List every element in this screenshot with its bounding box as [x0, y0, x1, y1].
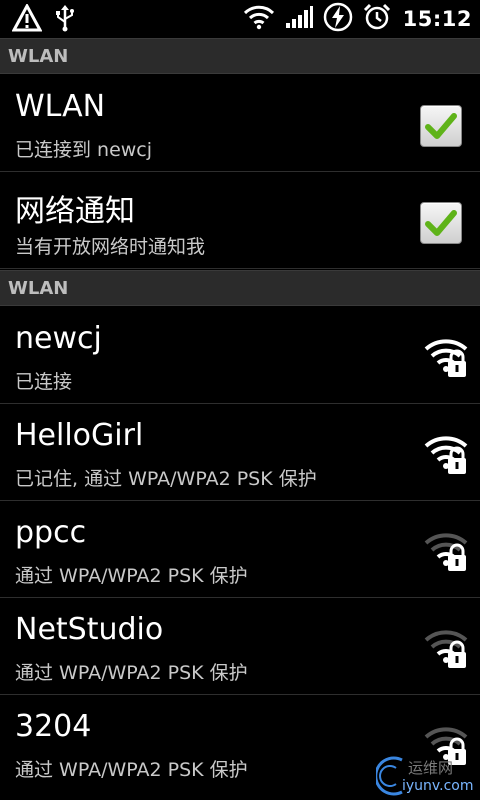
network-status: 已连接 — [15, 371, 73, 393]
alarm-icon — [363, 3, 391, 35]
network-item-hellogirl[interactable]: HelloGirl 已记住, 通过 WPA/WPA2 PSK 保护 — [0, 404, 480, 501]
wlan-toggle-title: WLAN — [15, 89, 106, 124]
wifi-lock-weak-icon — [424, 529, 472, 577]
network-ssid: 3204 — [15, 709, 92, 744]
network-status: 通过 WPA/WPA2 PSK 保护 — [15, 759, 248, 781]
wifi-lock-weak-icon — [424, 626, 472, 674]
network-status: 通过 WPA/WPA2 PSK 保护 — [15, 662, 248, 684]
network-notification-checkbox[interactable] — [420, 202, 462, 244]
network-ssid: HelloGirl — [15, 418, 144, 453]
network-notification-title: 网络通知 — [15, 194, 135, 229]
network-ssid: NetStudio — [15, 612, 164, 647]
usb-icon — [54, 4, 76, 36]
wlan-toggle-subtitle: 已连接到 newcj — [15, 139, 153, 161]
network-ssid: ppcc — [15, 515, 87, 550]
warning-icon — [11, 2, 43, 36]
watermark-logo: 运维网 iyunv.com — [376, 752, 480, 800]
wifi-signal-icon — [243, 4, 275, 34]
network-item-netstudio[interactable]: NetStudio 通过 WPA/WPA2 PSK 保护 — [0, 598, 480, 695]
network-item-newcj[interactable]: newcj 已连接 — [0, 307, 480, 404]
wlan-toggle-row[interactable]: WLAN 已连接到 newcj — [0, 75, 480, 172]
battery-charging-icon — [323, 2, 353, 36]
wifi-lock-strong-icon — [424, 335, 472, 383]
watermark-text: 运维网 — [408, 759, 454, 777]
clock-time: 15:12 — [402, 7, 472, 31]
wlan-checkbox[interactable] — [420, 105, 462, 147]
check-icon — [425, 210, 457, 236]
network-notification-row[interactable]: 网络通知 当有开放网络时通知我 — [0, 172, 480, 269]
status-bar: 15:12 — [0, 0, 480, 39]
network-status: 通过 WPA/WPA2 PSK 保护 — [15, 565, 248, 587]
network-notification-subtitle: 当有开放网络时通知我 — [15, 236, 206, 258]
watermark-url: iyunv.com — [402, 778, 474, 794]
section-header-wlan-settings: WLAN — [0, 38, 480, 74]
cell-signal-icon — [285, 5, 313, 33]
section-header-wlan-networks: WLAN — [0, 270, 480, 306]
network-item-ppcc[interactable]: ppcc 通过 WPA/WPA2 PSK 保护 — [0, 501, 480, 598]
network-status: 已记住, 通过 WPA/WPA2 PSK 保护 — [15, 468, 317, 490]
check-icon — [425, 113, 457, 139]
network-ssid: newcj — [15, 321, 102, 356]
wifi-lock-strong-icon — [424, 432, 472, 480]
